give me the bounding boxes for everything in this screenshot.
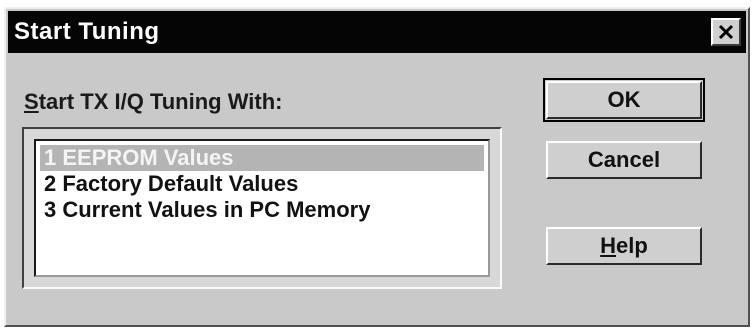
ok-button[interactable]: OK xyxy=(543,78,705,122)
accelerator-key-h: H xyxy=(600,233,617,258)
title-bar[interactable]: Start Tuning xyxy=(8,11,746,53)
start-tuning-dialog: Start Tuning Start TX I/Q Tuning With: 1… xyxy=(4,7,750,327)
dialog-title: Start Tuning xyxy=(14,18,160,45)
help-button-text: elp xyxy=(616,233,648,258)
tuning-source-label: Start TX I/Q Tuning With: xyxy=(24,89,282,115)
list-item-factory-default-values[interactable]: 2 Factory Default Values xyxy=(40,171,484,197)
accelerator-key-s: S xyxy=(24,89,39,114)
listbox-content: 1 EEPROM Values 2 Factory Default Values… xyxy=(34,139,490,277)
list-item-eeprom-values[interactable]: 1 EEPROM Values xyxy=(40,145,484,171)
label-text: tart TX I/Q Tuning With: xyxy=(38,89,283,114)
close-button[interactable] xyxy=(711,18,741,46)
tuning-source-listbox[interactable]: 1 EEPROM Values 2 Factory Default Values… xyxy=(22,127,502,289)
close-icon xyxy=(718,24,734,40)
cancel-button[interactable]: Cancel xyxy=(546,141,702,179)
help-button[interactable]: Help xyxy=(546,227,702,265)
list-item-current-values-pc-memory[interactable]: 3 Current Values in PC Memory xyxy=(40,197,484,223)
